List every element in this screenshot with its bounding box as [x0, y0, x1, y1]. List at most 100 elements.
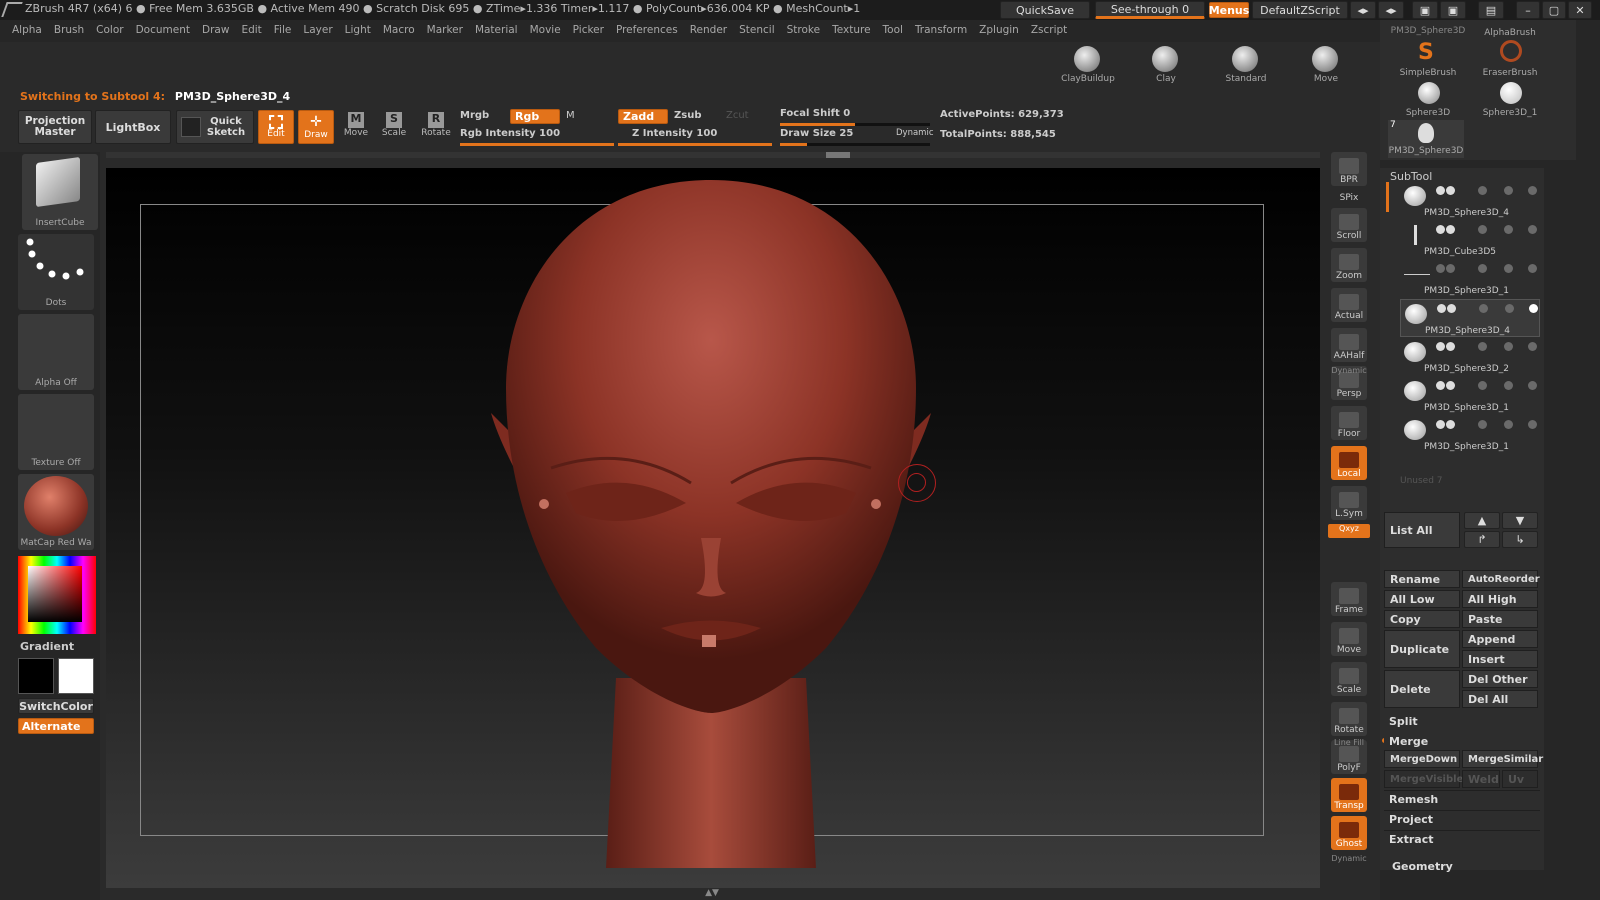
menu-stencil[interactable]: Stencil	[739, 24, 775, 36]
shelf-xyz-label[interactable]: Qxyz	[1328, 524, 1370, 538]
subtool-toggle-icon[interactable]	[1529, 304, 1538, 313]
subtool-toggle-icon[interactable]	[1478, 381, 1487, 390]
shelf-floor-button[interactable]: Floor	[1331, 406, 1367, 440]
all-high-button[interactable]: All High	[1462, 590, 1538, 608]
subtool-toggle-icon[interactable]	[1528, 186, 1537, 195]
subtool-toggle-icon[interactable]	[1479, 304, 1488, 313]
insert-cube-tool[interactable]: InsertCube	[22, 154, 98, 230]
top-scrollbar-thumb[interactable]	[826, 152, 850, 158]
move-down-button[interactable]: ▼	[1502, 512, 1538, 529]
shelf-lsym-button[interactable]: L.Sym	[1331, 486, 1367, 520]
shelf-local-button[interactable]: Local	[1331, 446, 1367, 480]
menu-layer[interactable]: Layer	[303, 24, 332, 36]
subtool-toggle-icon[interactable]	[1478, 342, 1487, 351]
all-low-button[interactable]: All Low	[1384, 590, 1460, 608]
menu-macro[interactable]: Macro	[383, 24, 415, 36]
primary-color-swatch[interactable]	[18, 658, 54, 694]
merge-section[interactable]: Merge	[1384, 732, 1540, 750]
maximize-icon[interactable]: ▢	[1542, 1, 1566, 19]
layout-arrows-button[interactable]: ◂▸	[1350, 1, 1376, 19]
merge-visible-button[interactable]: MergeVisible	[1384, 770, 1463, 788]
subtool-toggle-icon[interactable]	[1504, 186, 1513, 195]
minimize-icon[interactable]: –	[1516, 1, 1540, 19]
quicksave-button[interactable]: QuickSave	[1000, 1, 1090, 19]
menu-tool[interactable]: Tool	[883, 24, 903, 36]
shelf-scroll-button[interactable]: Scroll	[1331, 208, 1367, 242]
split-button[interactable]: Split	[1384, 712, 1540, 730]
append-button[interactable]: Append	[1462, 630, 1538, 648]
window-layout-icon[interactable]: ▣	[1412, 1, 1438, 19]
menu-texture[interactable]: Texture	[832, 24, 870, 36]
menu-zplugin[interactable]: Zplugin	[979, 24, 1019, 36]
uv-button[interactable]: Uv	[1502, 770, 1538, 788]
subtool-toggle-icon[interactable]	[1446, 381, 1455, 390]
menu-alpha[interactable]: Alpha	[12, 24, 42, 36]
see-through-slider[interactable]: See-through 0	[1095, 1, 1205, 19]
bottom-collapse-arrow[interactable]: ▲▼	[700, 888, 724, 898]
brush-clay[interactable]: Clay	[1130, 44, 1202, 88]
focal-shift-track[interactable]	[780, 123, 930, 126]
draw-size-track[interactable]	[780, 143, 930, 146]
rotate-mode-button[interactable]: R Rotate	[418, 110, 454, 144]
menu-edit[interactable]: Edit	[241, 24, 261, 36]
duplicate-button[interactable]: Duplicate	[1384, 630, 1460, 668]
dynamic-button[interactable]: Dynamic	[896, 128, 936, 140]
menus-button[interactable]: Menus	[1209, 2, 1249, 18]
merge-similar-button[interactable]: MergeSimilar	[1462, 750, 1543, 768]
secondary-color-swatch[interactable]	[58, 658, 94, 694]
window-layout2-icon[interactable]: ▣	[1440, 1, 1466, 19]
rename-button[interactable]: Rename	[1384, 570, 1460, 588]
subtool-toggle-icon[interactable]	[1528, 264, 1537, 273]
pm3d-sphere-tool[interactable]: 7 PM3D_Sphere3D	[1388, 120, 1464, 158]
switch-color-button[interactable]: SwitchColor	[18, 698, 94, 714]
menu-brush[interactable]: Brush	[54, 24, 84, 36]
extract-section[interactable]: Extract	[1384, 830, 1540, 848]
rgb-intensity-slider[interactable]: Rgb Intensity 100	[460, 128, 610, 142]
alternate-button[interactable]: Alternate	[18, 718, 94, 734]
subtool-toggle-icon[interactable]	[1528, 420, 1537, 429]
eraserbrush-tool[interactable]: EraserBrush	[1472, 38, 1548, 78]
subtool-toggle-icon[interactable]	[1478, 420, 1487, 429]
subtool-toggle-icon[interactable]	[1504, 420, 1513, 429]
zadd-button[interactable]: Zadd	[618, 109, 668, 124]
subtool-toggle-icon[interactable]	[1478, 264, 1487, 273]
color-picker-square[interactable]	[28, 566, 82, 622]
paste-button[interactable]: Paste	[1462, 610, 1538, 628]
menu-movie[interactable]: Movie	[530, 24, 561, 36]
shelf-aahalf-button[interactable]: AAHalf	[1331, 328, 1367, 362]
subtool-toggle-icon[interactable]	[1447, 304, 1456, 313]
del-other-button[interactable]: Del Other	[1462, 670, 1538, 688]
z-intensity-slider[interactable]: Z Intensity 100	[632, 128, 772, 142]
subtool-toggle-icon[interactable]	[1446, 186, 1455, 195]
list-all-button[interactable]: List All	[1384, 512, 1460, 548]
projection-master-button[interactable]: Projection Master	[18, 110, 92, 144]
shelf-rotate-button[interactable]: Rotate	[1331, 702, 1367, 736]
z-intensity-track[interactable]	[618, 143, 772, 146]
dots-stroke[interactable]: Dots	[18, 234, 94, 310]
subtool-toggle-icon[interactable]	[1504, 264, 1513, 273]
subtool-toggle-icon[interactable]	[1436, 225, 1445, 234]
project-section[interactable]: Project	[1384, 810, 1540, 828]
brush-move[interactable]: Move	[1290, 44, 1362, 88]
zcut-button[interactable]: Zcut	[726, 110, 766, 125]
subtool-item[interactable]: PM3D_Sphere3D_2	[1400, 338, 1540, 376]
subtool-item[interactable]: PM3D_Sphere3D_1	[1400, 416, 1540, 454]
subtool-toggle-icon[interactable]	[1505, 304, 1514, 313]
menu-color[interactable]: Color	[96, 24, 123, 36]
close-icon[interactable]: ✕	[1568, 1, 1592, 19]
color-picker[interactable]	[18, 556, 96, 634]
subtool-toggle-icon[interactable]	[1436, 342, 1445, 351]
menu-stroke[interactable]: Stroke	[787, 24, 820, 36]
viewport-canvas[interactable]	[106, 168, 1320, 888]
move-mode-button[interactable]: M Move	[338, 110, 374, 144]
subtool-item[interactable]: PM3D_Cube3D5	[1400, 221, 1540, 259]
del-all-button[interactable]: Del All	[1462, 690, 1538, 708]
subtool-toggle-icon[interactable]	[1478, 186, 1487, 195]
shelf-transp-button[interactable]: Transp	[1331, 778, 1367, 812]
lightbox-button[interactable]: LightBox	[95, 110, 171, 144]
quick-sketch-button[interactable]: Quick Sketch	[176, 110, 254, 144]
subtool-toggle-icon[interactable]	[1478, 225, 1487, 234]
subtool-toggle-icon[interactable]	[1528, 225, 1537, 234]
menu-transform[interactable]: Transform	[915, 24, 967, 36]
brush-standard[interactable]: Standard	[1210, 44, 1282, 88]
